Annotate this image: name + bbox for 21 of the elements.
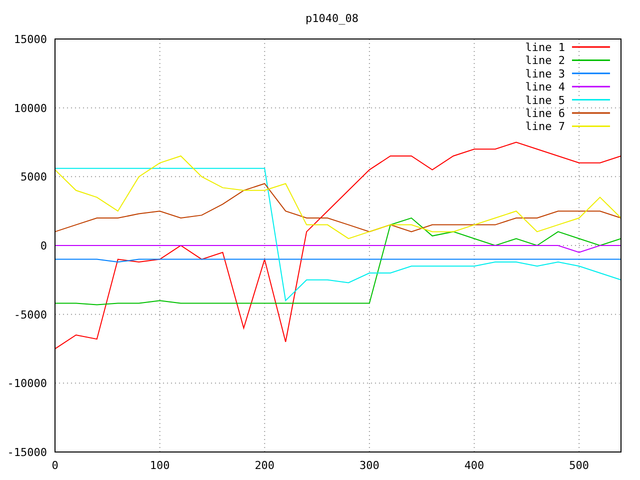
y-tick-label: 0	[40, 240, 47, 252]
y-tick-label: -5000	[14, 308, 47, 322]
x-tick-label: 200	[254, 459, 275, 472]
y-tick-label: 15000	[14, 33, 47, 46]
legend-label: line 4	[525, 80, 565, 94]
x-tick-label: 500	[569, 459, 589, 472]
x-tick-label: 400	[464, 459, 484, 472]
y-tick-label: -15000	[7, 446, 47, 459]
y-tick-label: -10000	[7, 377, 47, 390]
x-tick-label: 0	[52, 459, 58, 472]
legend-label: line 1	[525, 41, 565, 54]
y-tick-label: 10000	[14, 102, 47, 115]
legend-label: line 5	[525, 94, 565, 107]
legend-label: line 6	[525, 107, 565, 120]
x-tick-label: 300	[360, 459, 380, 472]
y-tick-label: 5000	[20, 170, 47, 184]
legend-label: line 3	[525, 67, 565, 80]
x-tick-label: 100	[150, 459, 170, 472]
chart-title: p1040_08	[306, 12, 358, 25]
legend-label: line 2	[525, 54, 565, 68]
legend-label: line 7	[525, 120, 565, 134]
